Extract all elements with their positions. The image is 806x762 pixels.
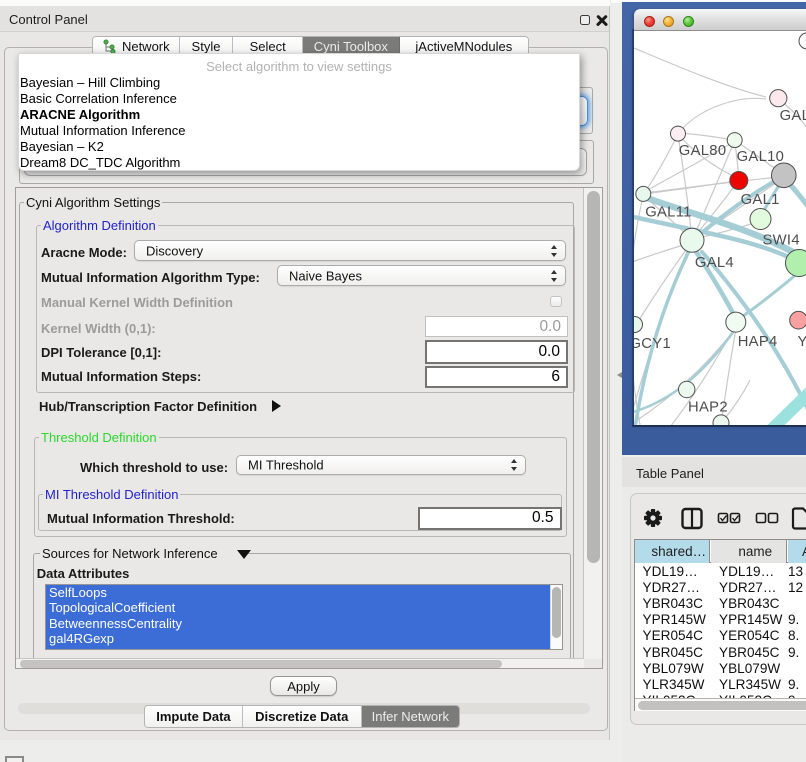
svg-text:GCY1: GCY1 bbox=[634, 336, 671, 352]
svg-text:GAL80: GAL80 bbox=[679, 143, 727, 159]
svg-text:GAL10: GAL10 bbox=[737, 149, 785, 165]
svg-text:GAL7: GAL7 bbox=[780, 108, 806, 124]
svg-text:SWI4: SWI4 bbox=[763, 233, 800, 249]
svg-text:HAP2: HAP2 bbox=[688, 400, 728, 416]
svg-text:GAL11: GAL11 bbox=[645, 205, 691, 221]
svg-text:GAL1: GAL1 bbox=[741, 192, 780, 208]
svg-text:GAL4: GAL4 bbox=[695, 255, 734, 271]
svg-text:HAP4: HAP4 bbox=[738, 334, 778, 350]
svg-text:YM: YM bbox=[798, 334, 806, 350]
